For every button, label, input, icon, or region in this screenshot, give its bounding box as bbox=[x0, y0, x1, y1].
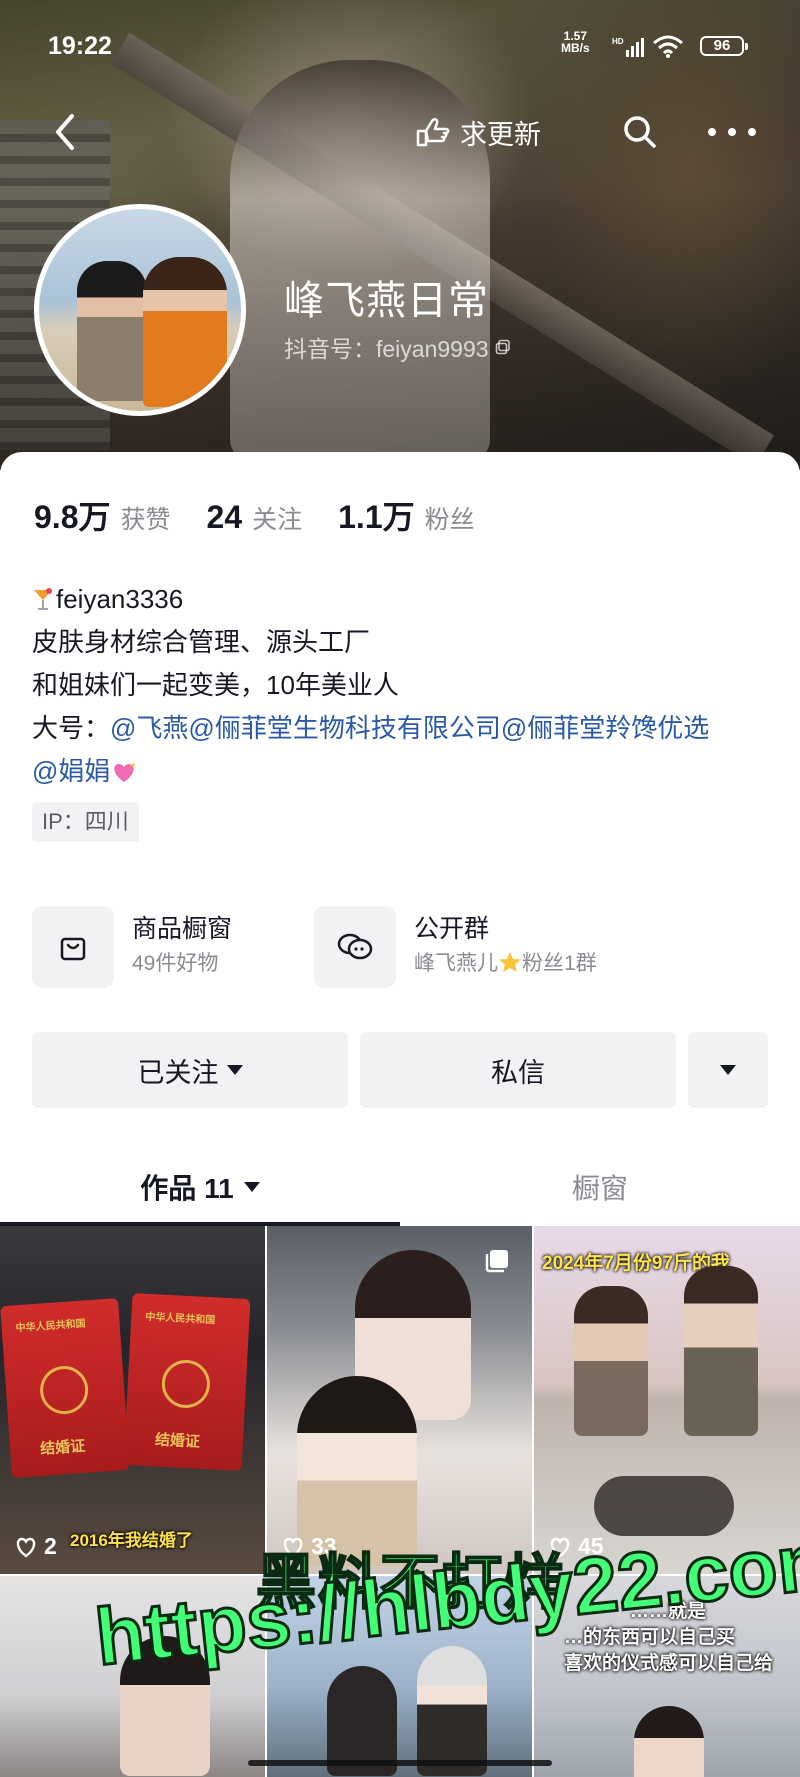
following-label: 已关注 bbox=[137, 1057, 219, 1088]
star-emoji-icon bbox=[499, 952, 521, 972]
status-time: 19:22 bbox=[48, 32, 112, 60]
following-button[interactable]: 已关注 bbox=[32, 1032, 348, 1108]
shop-window-entry[interactable]: 商品橱窗 49件好物 bbox=[32, 906, 232, 988]
more-dots-icon[interactable] bbox=[708, 112, 756, 152]
marriage-certificate-right: 中华人民共和国 结婚证 bbox=[123, 1293, 251, 1471]
dot bbox=[708, 128, 716, 136]
thumbnail-person bbox=[684, 1266, 758, 1436]
search-icon[interactable] bbox=[620, 112, 660, 152]
shop-window-count: 49件好物 bbox=[132, 952, 219, 975]
douyin-id-text: 抖音号：feiyan9993 bbox=[284, 336, 489, 362]
avatar-person-woman bbox=[143, 257, 227, 407]
bio-line: 和姐妹们一起变美，10年美业人 bbox=[32, 670, 399, 700]
like-count: 2 bbox=[14, 1533, 57, 1560]
status-bar: 19:22 1.57 MB/s HD 96 bbox=[0, 0, 800, 80]
mention-link[interactable]: @俪菲堂生物科技有限公司 bbox=[188, 713, 500, 743]
bio-line: 皮肤身材综合管理、源头工厂 bbox=[32, 627, 371, 657]
stat-value: 1.1万 bbox=[338, 499, 415, 535]
profile-name: 峰飞燕日常 bbox=[284, 279, 489, 323]
caret-down-icon bbox=[243, 1182, 260, 1192]
mention-link[interactable]: @俪菲堂羚馋优选 bbox=[501, 713, 709, 743]
profile-stats: 9.8万 获赞 24 关注 1.1万 粉丝 bbox=[34, 492, 511, 538]
network-speed: 1.57 MB/s bbox=[561, 30, 590, 54]
copy-icon[interactable] bbox=[495, 339, 511, 355]
group-name-b: 粉丝1群 bbox=[522, 952, 597, 975]
stat-followers[interactable]: 1.1万 粉丝 bbox=[338, 492, 475, 538]
tab-works[interactable]: 作品 11 bbox=[0, 1152, 400, 1222]
stat-value: 24 bbox=[206, 499, 243, 535]
network-speed-unit: MB/s bbox=[561, 41, 590, 55]
message-button[interactable]: 私信 bbox=[360, 1032, 676, 1108]
wifi-icon bbox=[653, 35, 683, 58]
stat-label: 获赞 bbox=[120, 506, 171, 534]
bio-line: @娟娟 bbox=[32, 750, 772, 793]
caret-down-icon bbox=[720, 1065, 736, 1075]
video-thumbnail[interactable]: 中华人民共和国 结婚证 中华人民共和国 结婚证 2016年我结婚了 2 bbox=[0, 1226, 265, 1574]
group-chat-icon bbox=[314, 906, 396, 988]
tab-shop-label: 橱窗 bbox=[571, 1173, 628, 1204]
video-thumbnail[interactable]: 33 bbox=[267, 1226, 532, 1574]
public-group-title: 公开群 bbox=[414, 915, 490, 943]
certificate-title: 结婚证 bbox=[154, 1431, 201, 1451]
battery-indicator: 96 bbox=[700, 36, 748, 56]
caret-down-icon bbox=[226, 1065, 243, 1075]
heart-outline-icon bbox=[16, 1537, 36, 1557]
thumbnail-person bbox=[634, 1706, 704, 1777]
bio-prefix: 大号： bbox=[32, 713, 111, 743]
certificate-header: 中华人民共和国 bbox=[15, 1318, 86, 1335]
video-grid: 中华人民共和国 结婚证 中华人民共和国 结婚证 2016年我结婚了 2 33 2… bbox=[0, 1226, 800, 1777]
stat-following[interactable]: 24 关注 bbox=[207, 499, 303, 536]
group-name-a: 峰飞燕儿 bbox=[414, 952, 498, 975]
avatar-person-man bbox=[77, 261, 147, 401]
tab-works-label: 作品 11 bbox=[140, 1173, 234, 1204]
stat-label: 关注 bbox=[252, 506, 303, 534]
cellular-signal-icon: HD bbox=[612, 37, 644, 57]
cocktail-emoji-icon bbox=[34, 588, 52, 610]
certificate-title: 结婚证 bbox=[39, 1437, 86, 1458]
ip-location-tag: IP：四川 bbox=[32, 802, 139, 842]
avatar[interactable] bbox=[34, 204, 246, 416]
dot bbox=[728, 128, 736, 136]
douyin-id[interactable]: 抖音号：feiyan9993 bbox=[284, 330, 511, 364]
top-nav: 求更新 bbox=[0, 100, 800, 164]
bio-handle: feiyan3336 bbox=[56, 584, 184, 614]
mention-link[interactable]: @飞燕 bbox=[110, 713, 188, 743]
thumbnail-person bbox=[574, 1286, 648, 1436]
public-group-name: 峰飞燕儿 粉丝1群 bbox=[414, 946, 597, 982]
shopping-bag-icon bbox=[32, 906, 114, 988]
profile-tabs: 作品 11 橱窗 bbox=[0, 1152, 800, 1226]
mention-link[interactable]: @娟娟 bbox=[32, 756, 110, 786]
chevron-left-icon[interactable] bbox=[46, 108, 86, 156]
request-update-label: 求更新 bbox=[460, 119, 541, 150]
pointing-hand-icon bbox=[416, 118, 450, 147]
stat-likes[interactable]: 9.8万 获赞 bbox=[34, 492, 171, 538]
marriage-certificate-left: 中华人民共和国 结婚证 bbox=[0, 1298, 130, 1478]
home-indicator[interactable] bbox=[248, 1760, 552, 1766]
network-type-label: HD bbox=[612, 37, 624, 46]
shop-window-title: 商品橱窗 bbox=[132, 915, 233, 943]
video-caption: 喜欢的仪式感可以自己给 bbox=[564, 1653, 774, 1674]
bio-line: feiyan3336 bbox=[32, 578, 772, 621]
emblem-icon bbox=[38, 1364, 90, 1416]
stat-label: 粉丝 bbox=[424, 506, 475, 534]
image-set-icon bbox=[485, 1250, 508, 1273]
profile-bio: feiyan3336 皮肤身材综合管理、源头工厂 和姐妹们一起变美，10年美业人… bbox=[32, 578, 772, 793]
dot bbox=[748, 128, 756, 136]
video-caption: 2016年我结婚了 bbox=[70, 1531, 193, 1550]
bio-line: 大号：@飞燕@俪菲堂生物科技有限公司@俪菲堂羚馋优选 bbox=[32, 707, 772, 750]
like-count-value: 2 bbox=[44, 1533, 57, 1559]
thumbnail-person bbox=[417, 1646, 487, 1776]
message-label: 私信 bbox=[491, 1057, 545, 1088]
recommend-toggle-button[interactable] bbox=[688, 1032, 768, 1108]
public-group-entry[interactable]: 公开群 峰飞燕儿 粉丝1群 bbox=[314, 906, 597, 988]
stat-value: 9.8万 bbox=[34, 499, 111, 535]
request-update-button[interactable]: 求更新 bbox=[414, 110, 541, 154]
sparkling-heart-emoji-icon bbox=[114, 762, 137, 782]
tab-shop-window[interactable]: 橱窗 bbox=[400, 1152, 800, 1222]
certificate-header: 中华人民共和国 bbox=[145, 1311, 216, 1327]
emblem-icon bbox=[160, 1358, 212, 1410]
